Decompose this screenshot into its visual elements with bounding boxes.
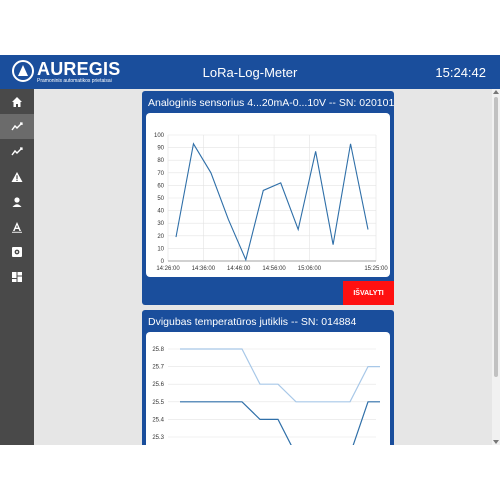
- y-tick-label: 50: [157, 196, 164, 202]
- y-tick-label: 25.5: [152, 400, 164, 406]
- logo-a-icon: [12, 221, 22, 233]
- y-tick-label: 80: [157, 158, 164, 164]
- nav-user[interactable]: [0, 189, 34, 214]
- top-bar: AUREGIS Pramoninis automatikos prietaisa…: [0, 55, 500, 89]
- y-tick-label: 30: [157, 221, 164, 227]
- sensor-title: Analoginis sensorius 4...20mA-0...10V --…: [148, 97, 395, 109]
- scrollbar[interactable]: [492, 89, 500, 445]
- main-content: Analoginis sensorius 4...20mA-0...10V --…: [34, 89, 500, 445]
- y-tick-label: 25.7: [152, 365, 164, 371]
- scroll-down-icon[interactable]: [493, 440, 499, 444]
- y-tick-label: 20: [157, 234, 164, 240]
- nav-alarms[interactable]: [0, 164, 34, 189]
- nav-settings[interactable]: [0, 239, 34, 264]
- sidebar: [0, 89, 34, 445]
- nav-dashboard[interactable]: [0, 264, 34, 289]
- x-tick-label: 14:26:00: [156, 266, 180, 272]
- y-tick-label: 25.6: [152, 382, 164, 388]
- chart-line-icon: [11, 146, 23, 155]
- series-line: [175, 142, 369, 262]
- y-tick-label: 10: [157, 246, 164, 252]
- sensor-chart: 100 90 80 70 60 50 40 30 20 10 0 14:26:00 14:36:00 14…: [146, 113, 390, 277]
- app-title: LoRa-Log-Meter: [202, 65, 298, 80]
- chart-line-icon: [11, 121, 23, 130]
- y-tick-label: 25.4: [152, 417, 164, 423]
- warning-icon: [11, 171, 23, 182]
- y-tick-label: 25.3: [152, 435, 164, 441]
- sensor-card: Analoginis sensorius 4...20mA-0...10V --…: [142, 91, 394, 305]
- y-tick-label: 100: [154, 133, 165, 139]
- home-icon: [12, 96, 22, 107]
- nav-home[interactable]: [0, 89, 34, 114]
- y-tick-label: 25.8: [152, 347, 164, 353]
- x-tick-label: 14:56:00: [262, 266, 286, 272]
- series-line: [180, 348, 380, 403]
- user-icon: [12, 196, 22, 207]
- clear-button[interactable]: IŠVALYTI: [343, 281, 394, 305]
- y-tick-label: 60: [157, 183, 164, 189]
- sensor-chart: 25.8 25.7 25.6 25.5 25.4 25.3: [146, 332, 390, 445]
- chart-svg: 100908070605040302010014:26:00 14:36:00 14…: [154, 133, 388, 272]
- nav-charts[interactable]: [0, 114, 34, 139]
- y-tick-label: 0: [161, 259, 165, 265]
- x-tick-label: 14:36:00: [192, 266, 216, 272]
- nav-about[interactable]: [0, 214, 34, 239]
- nav-trends[interactable]: [0, 139, 34, 164]
- y-tick-label: 70: [157, 171, 164, 177]
- dashboard-icon: [12, 271, 22, 282]
- chart-svg: 25.8 25.7 25.6 25.5 25.4 25.3: [152, 347, 380, 445]
- x-tick-label: 15:25:00: [364, 266, 388, 272]
- clock: 15:24:42: [435, 65, 486, 80]
- app-window: AUREGIS Pramoninis automatikos prietaisa…: [0, 55, 500, 445]
- y-tick-label: 90: [157, 146, 164, 152]
- scroll-thumb[interactable]: [494, 97, 498, 377]
- x-tick-label: 15:06:00: [298, 266, 322, 272]
- sensor-card: Dvigubas temperatūros jutiklis -- SN: 01…: [142, 310, 394, 445]
- sensor-title: Dvigubas temperatūros jutiklis -- SN: 01…: [148, 316, 357, 328]
- series-line: [180, 401, 380, 445]
- y-tick-label: 40: [157, 209, 164, 215]
- scroll-up-icon[interactable]: [493, 90, 499, 94]
- x-tick-label: 14:46:00: [227, 266, 251, 272]
- settings-icon: [12, 246, 22, 257]
